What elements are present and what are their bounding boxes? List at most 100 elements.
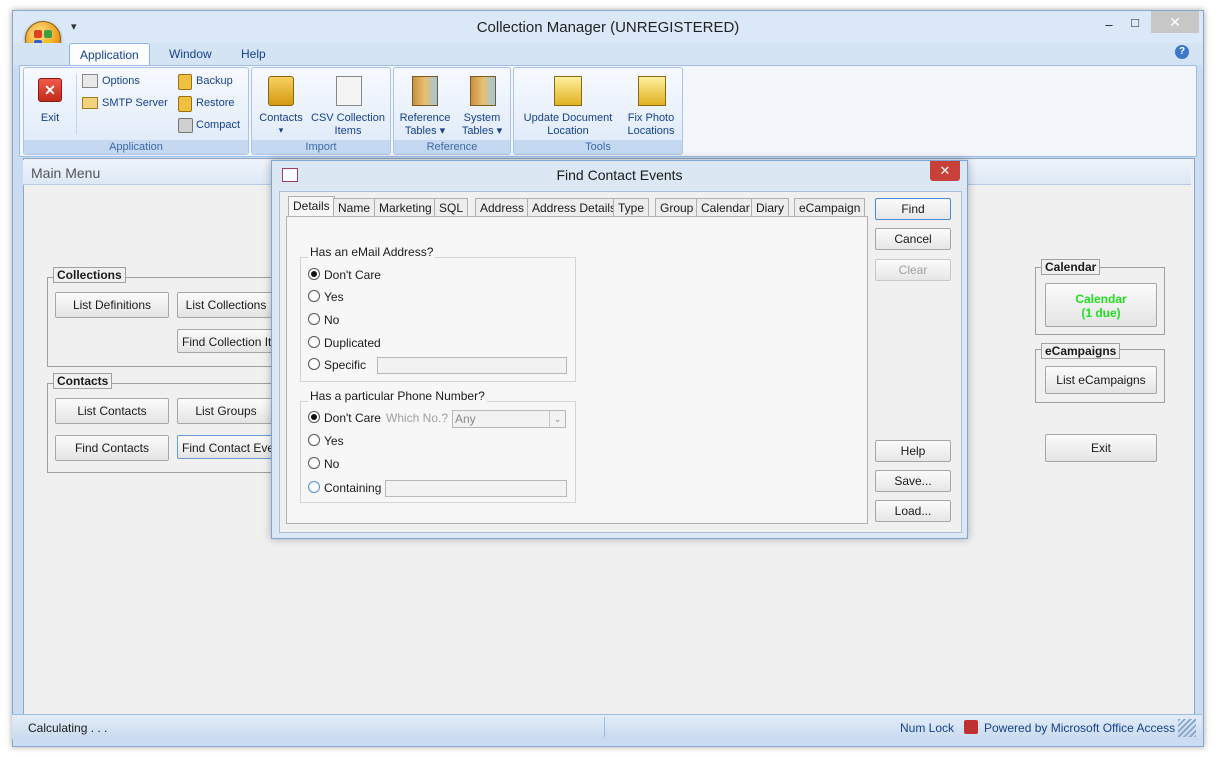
exit-ribbon-button[interactable]: ✕ Exit — [28, 72, 72, 132]
find-button[interactable]: Find — [875, 198, 951, 220]
backup-button[interactable]: Backup — [178, 72, 248, 90]
access-logo-icon — [964, 720, 978, 734]
tab-details[interactable]: Details — [288, 196, 335, 218]
exit-label: Exit — [40, 112, 60, 124]
tab-ecampaign[interactable]: eCampaign — [794, 198, 866, 218]
backup-icon — [178, 74, 192, 90]
title-bar: Collection Manager (UNREGISTERED) ▾ – □ … — [13, 11, 1203, 43]
email-specific-radio[interactable]: Specific — [308, 357, 388, 373]
dialog-close-button[interactable]: ✕ — [930, 161, 960, 181]
email-dont-care-radio[interactable]: Don't Care — [308, 267, 388, 283]
csv-import-icon — [336, 76, 362, 106]
restore-label: Restore — [196, 97, 235, 109]
list-groups-button[interactable]: List Groups — [177, 398, 275, 424]
phone-dont-care-label: Don't Care — [324, 411, 381, 425]
help-button[interactable]: Help — [875, 440, 951, 462]
reference-tables-icon — [412, 76, 438, 106]
reference-tables-button[interactable]: Reference Tables ▾ — [396, 72, 454, 137]
list-collections-button[interactable]: List Collections — [177, 292, 275, 318]
tab-address[interactable]: Address — [475, 198, 530, 218]
tab-calendar[interactable]: Calendar — [696, 198, 755, 218]
tab-help[interactable]: Help — [231, 43, 276, 65]
system-tables-button[interactable]: System Tables ▾ — [456, 72, 508, 137]
close-window-button[interactable]: ✕ — [1151, 11, 1199, 33]
import-contacts-button[interactable]: Contacts ▾ — [256, 72, 306, 136]
phone-containing-input[interactable] — [385, 480, 567, 497]
radio-dot — [308, 336, 320, 348]
list-ecampaigns-button[interactable]: List eCampaigns — [1045, 366, 1157, 394]
group-label-application: Application — [24, 140, 248, 154]
ribbon-group-import: Contacts ▾ CSV Collection Items Import — [251, 67, 391, 155]
tab-name[interactable]: Name — [333, 198, 376, 218]
fix-label-line2: Locations — [627, 125, 675, 137]
tab-diary[interactable]: Diary — [751, 198, 790, 218]
minimize-button[interactable]: – — [1095, 15, 1123, 35]
which-number-select[interactable]: Any ⌄ — [452, 410, 566, 428]
calendar-button[interactable]: Calendar (1 due) — [1045, 283, 1157, 327]
fix-photo-locations-button[interactable]: Fix Photo Locations — [622, 72, 680, 137]
tab-address-details[interactable]: Address Details — [527, 198, 622, 218]
radio-dot — [308, 290, 320, 302]
restore-button[interactable]: Restore — [178, 94, 248, 112]
import-csv-items-button[interactable]: CSV Collection Items — [308, 72, 388, 137]
dialog-title: Find Contact Events — [556, 167, 683, 183]
clear-button[interactable]: Clear — [875, 259, 951, 281]
tab-application[interactable]: Application — [69, 43, 150, 66]
main-exit-button[interactable]: Exit — [1045, 434, 1157, 462]
email-duplicated-radio[interactable]: Duplicated — [308, 335, 398, 351]
find-contacts-button[interactable]: Find Contacts — [55, 435, 169, 461]
csv-label-line1: CSV Collection — [311, 112, 385, 124]
email-yes-radio[interactable]: Yes — [308, 289, 388, 305]
find-contact-events-dialog: Find Contact Events ✕ Details Name Marke… — [271, 160, 968, 539]
email-group-title: Has an eMail Address? — [308, 245, 436, 259]
update-document-location-button[interactable]: Update Document Location — [516, 72, 620, 137]
list-contacts-button[interactable]: List Contacts — [55, 398, 169, 424]
contacts-import-icon — [268, 76, 294, 106]
restore-icon — [178, 96, 192, 112]
email-specific-input[interactable] — [377, 357, 567, 374]
calendar-due-count: (1 due) — [1081, 306, 1121, 320]
system-label-line1: System — [463, 112, 501, 124]
smtp-label: SMTP Server — [102, 97, 168, 109]
compact-label: Compact — [196, 119, 241, 131]
email-no-radio[interactable]: No — [308, 312, 388, 328]
collections-fieldset — [47, 277, 289, 367]
update-label-line2: Location — [547, 125, 589, 137]
status-bar: Calculating . . . Num Lock Powered by Mi… — [12, 714, 1202, 739]
smtp-server-button[interactable]: SMTP Server — [82, 94, 182, 112]
radio-dot — [308, 457, 320, 469]
group-label-tools: Tools — [514, 140, 682, 154]
tab-window[interactable]: Window — [159, 43, 222, 65]
options-icon — [82, 74, 98, 88]
group-label-import: Import — [252, 140, 390, 154]
phone-no-radio[interactable]: No — [308, 456, 388, 472]
save-button[interactable]: Save... — [875, 470, 951, 492]
tab-group[interactable]: Group — [655, 198, 699, 218]
cancel-button[interactable]: Cancel — [875, 228, 951, 250]
load-button[interactable]: Load... — [875, 500, 951, 522]
options-button[interactable]: Options — [82, 72, 172, 90]
quick-access-dropdown[interactable]: ▾ — [71, 20, 77, 33]
backup-label: Backup — [196, 75, 233, 87]
phone-dont-care-radio[interactable]: Don't Care — [308, 410, 388, 426]
calendar-legend: Calendar — [1041, 259, 1101, 275]
status-text: Calculating . . . — [28, 721, 108, 735]
tab-sql[interactable]: SQL — [434, 198, 469, 218]
ribbon-group-reference: Reference Tables ▾ System Tables ▾ Refer… — [393, 67, 511, 155]
radio-dot — [308, 434, 320, 446]
find-collection-items-button[interactable]: Find Collection Iter — [177, 329, 273, 353]
status-divider — [604, 717, 605, 737]
exit-icon: ✕ — [38, 78, 62, 102]
find-contact-events-button[interactable]: Find Contact Even — [177, 435, 273, 459]
compact-button[interactable]: Compact — [178, 116, 248, 134]
tab-type[interactable]: Type — [613, 198, 650, 218]
resize-grip-icon[interactable] — [1178, 719, 1196, 737]
help-icon[interactable]: ? — [1175, 45, 1189, 59]
tab-marketing[interactable]: Marketing — [374, 198, 437, 218]
list-definitions-button[interactable]: List Definitions — [55, 292, 169, 318]
ribbon-group-application: ✕ Exit Options SMTP Server Backup Restor… — [23, 67, 249, 155]
email-no-label: No — [324, 313, 340, 327]
ecampaigns-legend: eCampaigns — [1041, 343, 1121, 359]
maximize-button[interactable]: □ — [1121, 13, 1149, 33]
phone-yes-radio[interactable]: Yes — [308, 433, 388, 449]
